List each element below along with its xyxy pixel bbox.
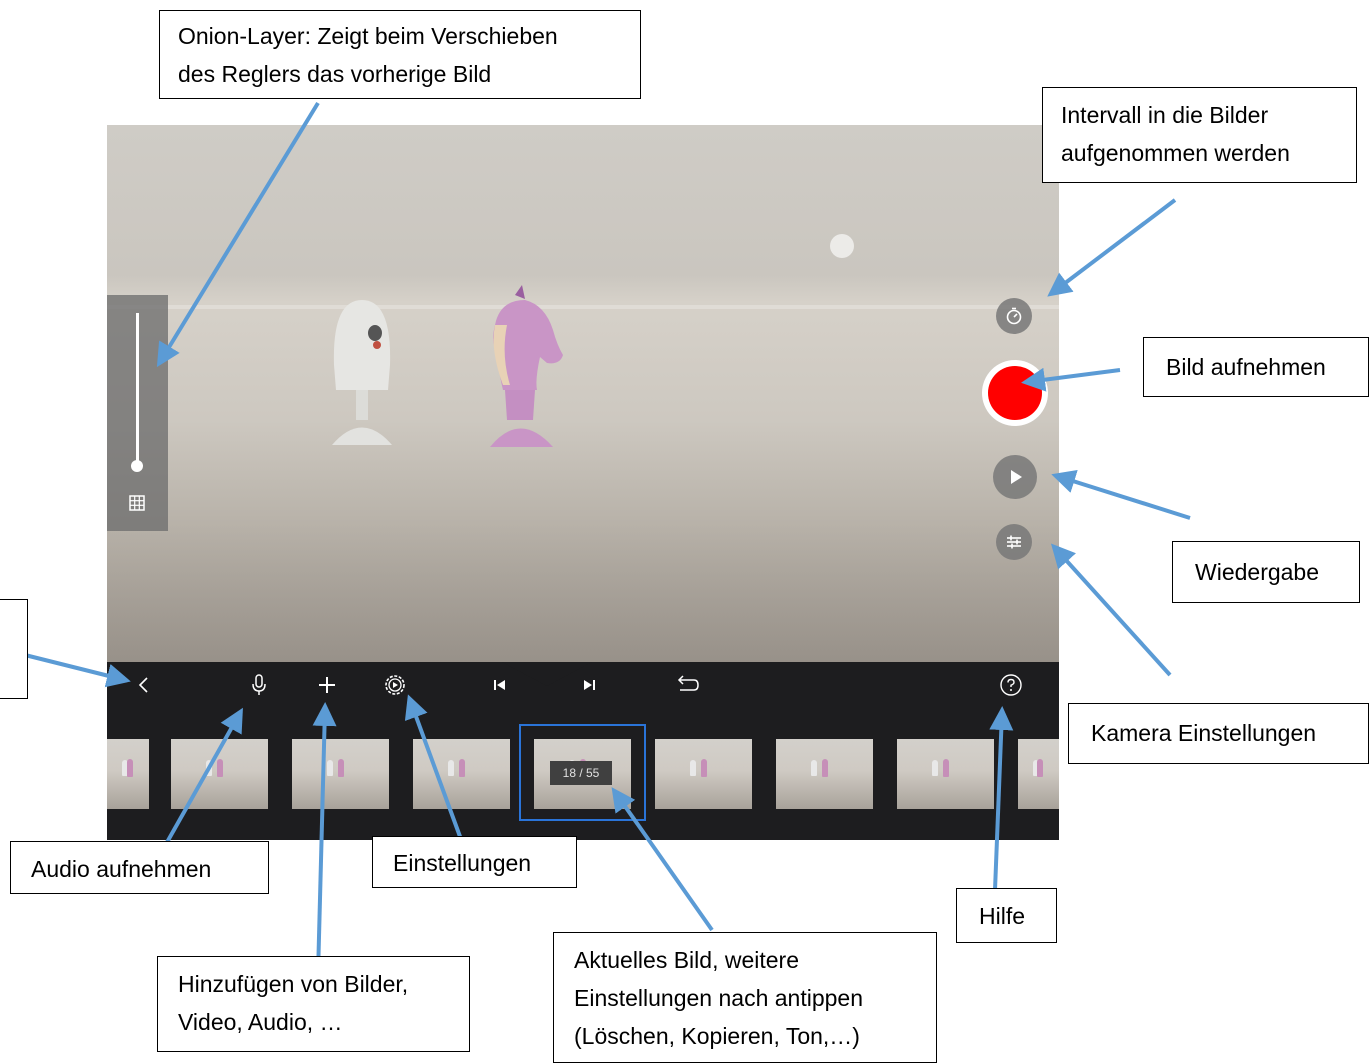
camera-settings-button[interactable]: [996, 524, 1032, 560]
filmstrip-frame[interactable]: [171, 739, 268, 809]
onion-grid-icon[interactable]: [127, 493, 147, 513]
callout-hinzufuegen: Hinzufügen von Bilder, Video, Audio, …: [157, 956, 470, 1052]
help-icon: [1000, 674, 1022, 696]
timer-icon: [1006, 307, 1022, 325]
callout-line: Kamera Einstellungen: [1091, 720, 1317, 746]
callout-line: Hinzufügen von Bilder,: [178, 971, 409, 997]
back-chevron-icon: [138, 677, 148, 693]
callout-bild-aufnehmen: Bild aufnehmen: [1143, 337, 1369, 397]
filmstrip-frame[interactable]: [776, 739, 873, 809]
arrow-kamera: [1050, 543, 1172, 677]
camera-viewport: [107, 125, 1059, 662]
callout-kamera-einstellungen: Kamera Einstellungen: [1068, 703, 1369, 764]
settings-button[interactable]: [380, 670, 410, 700]
wall-knob: [830, 234, 854, 258]
onion-slider-track[interactable]: [136, 313, 139, 468]
skip-to-start-button[interactable]: [484, 670, 514, 700]
callout-line: aufgenommen werden: [1061, 140, 1290, 166]
callout-line: des Reglers das vorherige Bild: [178, 61, 492, 87]
callout-line: Onion-Layer: Zeigt beim Verschieben: [178, 23, 558, 49]
callout-aktuelles-bild: Aktuelles Bild, weitere Einstellungen na…: [553, 932, 937, 1063]
callout-onion-layer: Onion-Layer: Zeigt beim Verschieben des …: [159, 10, 641, 99]
filmstrip-frame[interactable]: [292, 739, 389, 809]
filmstrip-frame[interactable]: [655, 739, 752, 809]
interval-timer-button[interactable]: [996, 298, 1032, 334]
callout-hilfe: Hilfe: [956, 888, 1057, 943]
skip-to-end-icon: [584, 680, 595, 690]
play-button[interactable]: [993, 455, 1037, 499]
skip-to-end-button[interactable]: [575, 670, 605, 700]
callout-back-clipped: [0, 599, 28, 699]
back-button[interactable]: [129, 670, 159, 700]
plus-icon: [319, 677, 335, 693]
play-icon: [1011, 470, 1022, 484]
help-button[interactable]: [996, 670, 1026, 700]
callout-line: Einstellungen nach antippen: [574, 985, 864, 1011]
unicorn-figure: [490, 285, 563, 447]
frame-counter-badge: 18 / 55: [550, 761, 612, 785]
callout-line: Aktuelles Bild, weitere: [574, 947, 799, 973]
settings-gear-icon: [385, 675, 405, 695]
wall-table-edge: [107, 305, 1059, 309]
callout-line: Wiedergabe: [1195, 559, 1320, 585]
callout-line: Einstellungen: [393, 850, 532, 876]
filmstrip-frame[interactable]: [107, 739, 149, 809]
record-indicator: [988, 366, 1042, 420]
record-frame-button[interactable]: [982, 360, 1048, 426]
callout-intervall: Intervall in die Bilder aufgenommen werd…: [1042, 87, 1357, 183]
skip-to-start-icon: [494, 680, 505, 690]
callout-wiedergabe: Wiedergabe: [1172, 541, 1360, 603]
callout-audio-aufnehmen: Audio aufnehmen: [10, 841, 269, 894]
onion-slider-knob[interactable]: [131, 460, 143, 472]
callout-line: Intervall in die Bilder: [1061, 102, 1269, 128]
callout-line: Bild aufnehmen: [1166, 354, 1326, 380]
arrow-wiedergabe: [1051, 469, 1191, 520]
callout-line: Audio aufnehmen: [31, 856, 212, 882]
microphone-icon: [252, 674, 266, 695]
record-audio-button[interactable]: [244, 670, 274, 700]
filmstrip-frame[interactable]: [897, 739, 994, 809]
add-media-button[interactable]: [312, 670, 342, 700]
camera-settings-icon: [1007, 535, 1021, 549]
filmstrip-frame[interactable]: [1018, 739, 1059, 809]
table-shadow: [107, 525, 1059, 662]
undo-button[interactable]: [672, 670, 702, 700]
filmstrip-frame[interactable]: [413, 739, 510, 809]
undo-icon: [677, 675, 699, 691]
callout-einstellungen: Einstellungen: [372, 836, 577, 888]
callout-line: Hilfe: [979, 903, 1026, 929]
onion-layer-panel: [107, 295, 168, 531]
callout-line: Video, Audio, …: [178, 1009, 343, 1035]
arrow-intervall: [1047, 198, 1177, 297]
callout-line: (Löschen, Kopieren, Ton,…): [574, 1023, 860, 1049]
ghost-figure: [332, 300, 392, 445]
